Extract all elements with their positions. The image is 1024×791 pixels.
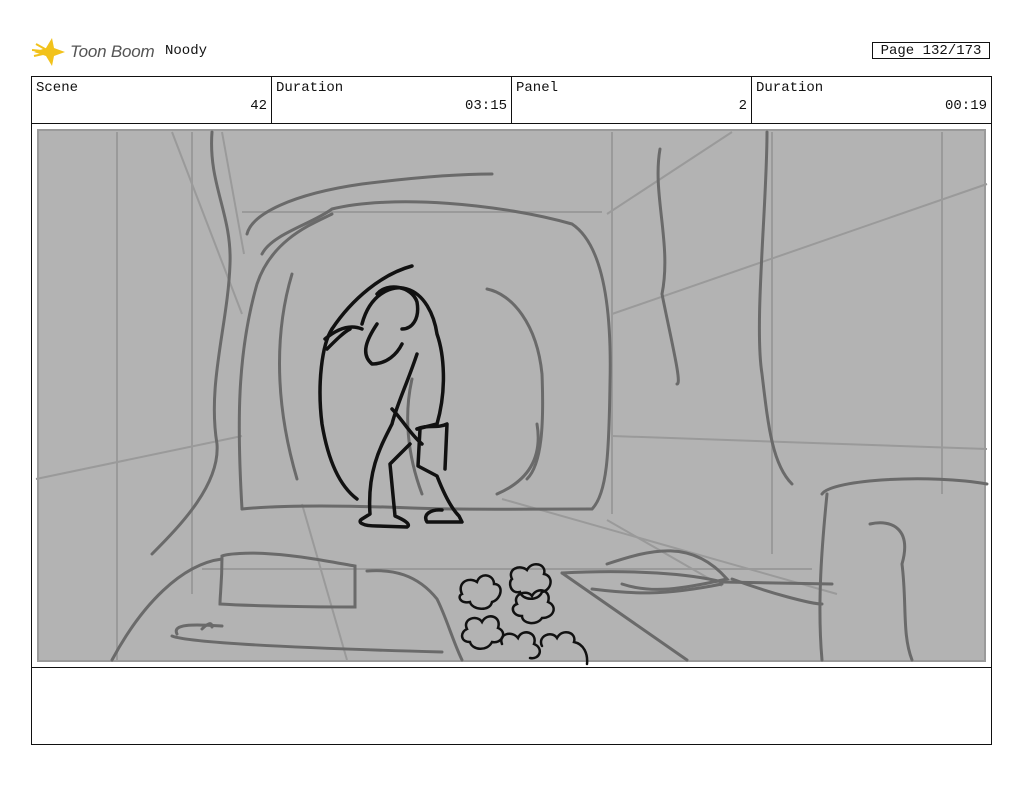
logo-text: Toon Boom	[70, 42, 155, 61]
panel-duration-label: Duration	[756, 80, 824, 96]
panel-label: Panel	[516, 80, 559, 96]
panel-duration-value: 00:19	[944, 98, 987, 114]
scene-duration-label: Duration	[276, 80, 344, 96]
storyboard-panel	[31, 123, 992, 668]
panel-cell: Panel 2	[512, 77, 752, 123]
scene-duration-cell: Duration 03:15	[272, 77, 512, 123]
storyboard-sketch	[35, 129, 989, 666]
project-name: Noody	[165, 43, 208, 59]
scene-value: 42	[250, 98, 267, 114]
page-indicator: Page 132/173	[872, 42, 990, 59]
scene-duration-value: 03:15	[464, 98, 507, 114]
panel-duration-cell: Duration 00:19	[752, 77, 991, 123]
panel-value: 2	[738, 98, 747, 114]
toon-boom-star-icon	[32, 38, 65, 66]
scene-label: Scene	[36, 80, 79, 96]
scene-info-table: Scene 42 Duration 03:15 Panel 2 Duration…	[31, 76, 992, 124]
scene-cell: Scene 42	[32, 77, 272, 123]
toon-boom-logo: Toon Boom	[32, 36, 155, 68]
panel-notes	[31, 667, 992, 745]
